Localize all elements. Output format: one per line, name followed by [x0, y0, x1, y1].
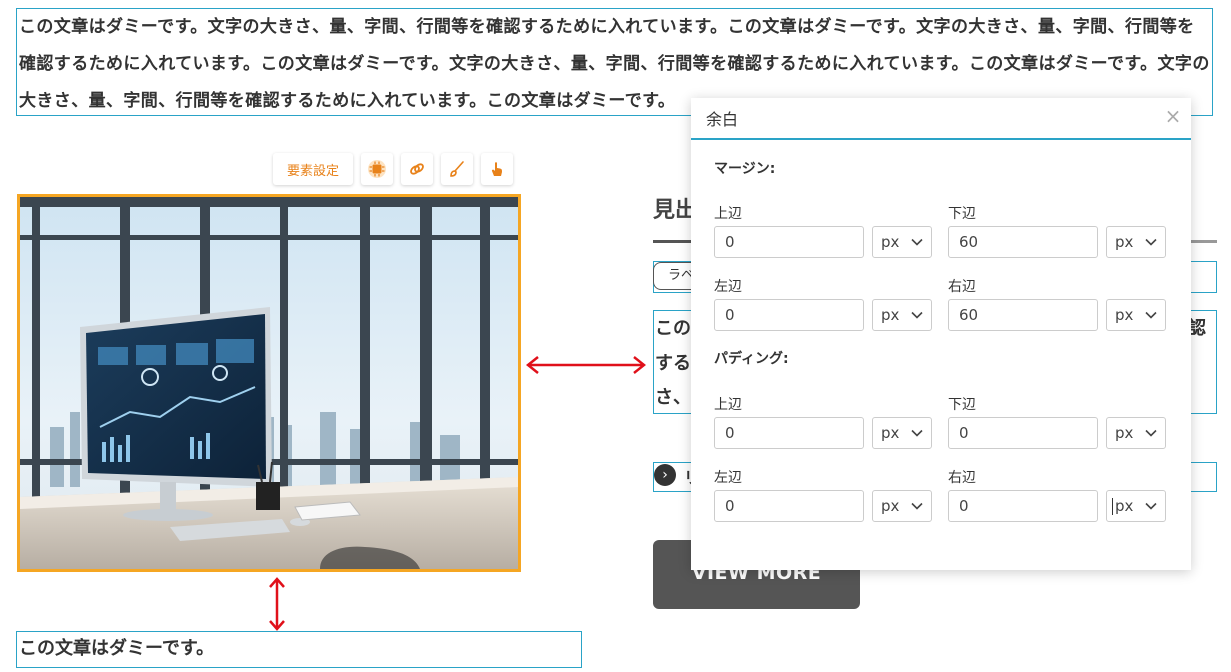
caption-text-block[interactable]: この文章はダミーです。	[16, 631, 582, 668]
padding-left-label: 左辺	[714, 470, 742, 486]
padding-bottom-label: 下辺	[948, 397, 976, 413]
chevron-down-icon	[1145, 238, 1157, 246]
padding-right-label: 右辺	[948, 470, 976, 486]
chevron-down-icon	[1145, 502, 1157, 510]
padding-left-input[interactable]	[714, 490, 864, 522]
text-cursor	[1112, 498, 1113, 515]
chevron-down-icon	[911, 238, 923, 246]
element-toolbar: 要素設定	[273, 153, 513, 185]
link-icon[interactable]	[401, 153, 433, 185]
unit-value: px	[881, 497, 900, 515]
paragraph-fragment: さ、	[655, 387, 691, 408]
chevron-down-icon	[911, 502, 923, 510]
chevron-down-icon	[1145, 311, 1157, 319]
margin-section-title: マージン:	[714, 161, 776, 177]
unit-value: px	[1115, 424, 1134, 442]
dialog-title: 余白	[706, 110, 739, 129]
unit-value: px	[1115, 497, 1134, 515]
margin-top-label: 上辺	[714, 206, 742, 222]
margin-bottom-indicator-arrow	[267, 576, 287, 632]
unit-value: px	[1115, 306, 1134, 324]
margin-left-unit-select[interactable]: px	[872, 299, 932, 331]
office-desk-image	[20, 197, 518, 569]
unit-value: px	[881, 233, 900, 251]
margin-bottom-unit-select[interactable]: px	[1106, 226, 1166, 258]
unit-value: px	[881, 424, 900, 442]
heading-underline-accent	[653, 240, 693, 243]
selected-image[interactable]	[17, 194, 521, 572]
element-settings-button[interactable]: 要素設定	[273, 153, 353, 185]
margin-right-input[interactable]	[948, 299, 1098, 331]
padding-left-unit-select[interactable]: px	[872, 490, 932, 522]
padding-top-unit-select[interactable]: px	[872, 417, 932, 449]
paragraph-fragment: この	[655, 318, 691, 339]
brush-icon[interactable]	[441, 153, 473, 185]
margin-right-unit-select[interactable]: px	[1106, 299, 1166, 331]
pointer-hand-icon[interactable]	[481, 153, 513, 185]
margin-right-indicator-arrow	[524, 355, 648, 375]
margin-top-input[interactable]	[714, 226, 864, 258]
caption-text: この文章はダミーです。	[19, 638, 215, 659]
chevron-down-icon	[911, 311, 923, 319]
chevron-right-icon: ›	[654, 464, 676, 486]
padding-bottom-input[interactable]	[948, 417, 1098, 449]
chip-icon[interactable]	[361, 153, 393, 185]
margin-left-label: 左辺	[714, 279, 742, 295]
unit-value: px	[881, 306, 900, 324]
chevron-down-icon	[1145, 429, 1157, 437]
dialog-header: 余白 ×	[691, 98, 1191, 140]
padding-right-input[interactable]	[948, 490, 1098, 522]
margin-bottom-input[interactable]	[948, 226, 1098, 258]
close-icon[interactable]: ×	[1163, 104, 1183, 128]
padding-bottom-unit-select[interactable]: px	[1106, 417, 1166, 449]
padding-section-title: パディング:	[714, 351, 789, 367]
paragraph-text: この文章はダミーです。文字の大きさ、量、字間、行間等を確認するために入れています…	[19, 17, 1210, 111]
margin-bottom-label: 下辺	[948, 206, 976, 222]
padding-top-label: 上辺	[714, 397, 742, 413]
spacing-dialog: 余白 × マージン: 上辺 px 下辺 px 左辺 px 右辺 px パディング…	[691, 98, 1191, 570]
margin-left-input[interactable]	[714, 299, 864, 331]
margin-right-label: 右辺	[948, 279, 976, 295]
padding-right-unit-select[interactable]: px	[1106, 490, 1166, 522]
padding-top-input[interactable]	[714, 417, 864, 449]
paragraph-fragment: する	[655, 353, 691, 374]
chevron-down-icon	[911, 429, 923, 437]
margin-top-unit-select[interactable]: px	[872, 226, 932, 258]
unit-value: px	[1115, 233, 1134, 251]
